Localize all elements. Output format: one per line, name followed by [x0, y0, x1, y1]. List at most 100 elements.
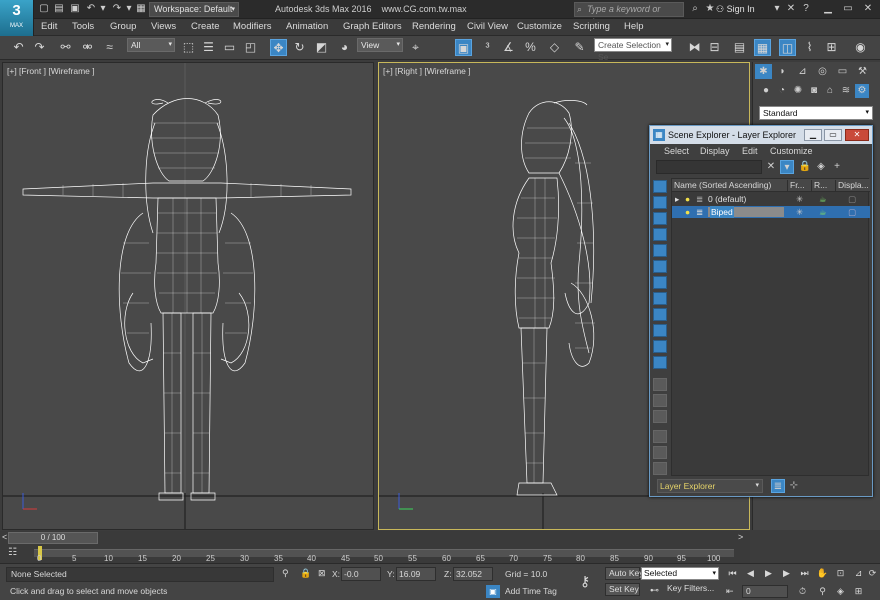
toggle-layer-icon[interactable]: ▤ — [731, 39, 748, 56]
redo-dropdown-icon[interactable]: ▾ — [123, 3, 135, 15]
unlink-icon[interactable]: ⚮ — [79, 39, 96, 56]
prev-frame-icon[interactable]: ◀ — [744, 567, 757, 580]
menu-create[interactable]: Create — [191, 21, 220, 32]
front-viewport[interactable]: [+] [Front ] [Wireframe ] — [2, 62, 374, 530]
menu-help[interactable]: Help — [624, 21, 644, 32]
material-editor-icon[interactable]: ◉ — [852, 39, 869, 56]
auto-key-button[interactable]: Auto Key — [605, 567, 644, 580]
menu-animation[interactable]: Animation — [286, 21, 328, 32]
time-next-icon[interactable]: > — [738, 532, 743, 542]
menu-customize[interactable]: Customize — [517, 21, 562, 32]
se-menu-customize[interactable]: Customize — [770, 146, 813, 156]
find-case-icon[interactable]: ▾ — [780, 160, 794, 174]
select-and-move-icon[interactable]: ✥ — [270, 39, 287, 56]
redo-toolbar-icon[interactable]: ↷ — [31, 39, 48, 56]
menu-rendering[interactable]: Rendering — [412, 21, 456, 32]
time-slider[interactable]: < 0 / 100 > — [0, 531, 750, 545]
cameras-icon[interactable]: ◙ — [807, 84, 821, 98]
field-of-view-icon[interactable]: ⊿ — [852, 567, 865, 580]
search-binoculars-icon[interactable]: ⌕ — [689, 3, 701, 15]
orbit-icon[interactable]: ⟳ — [866, 567, 879, 580]
maximize-button[interactable]: ▭ — [838, 2, 858, 16]
max-viewport-icon[interactable]: ◈ — [834, 585, 847, 598]
modify-tab-icon[interactable]: ◗ — [774, 64, 791, 79]
time-tag-icon[interactable]: ▣ — [486, 585, 500, 598]
se-maximize-button[interactable]: ▭ — [824, 129, 842, 141]
percent-snap-icon[interactable]: % — [522, 39, 539, 56]
filter-icon[interactable] — [653, 430, 667, 443]
curve-editor-icon[interactable]: ⌇ — [801, 39, 818, 56]
isolate-selection-icon[interactable]: ⚲ — [282, 568, 289, 579]
manipulate-icon[interactable]: ▣ — [455, 39, 472, 56]
exchange-icon[interactable]: ✕ — [785, 3, 797, 15]
window-crossing-icon[interactable]: ◰ — [242, 39, 259, 56]
display-spacewarps-icon[interactable] — [653, 260, 667, 273]
y-coord-field[interactable]: 16.09 — [396, 567, 436, 581]
selection-lock-icon[interactable]: 🔒 — [300, 568, 311, 579]
ribbon-toggle-icon[interactable]: ◫ — [779, 39, 796, 56]
expand-arrow-icon[interactable]: ▸ — [675, 193, 679, 205]
menu-views[interactable]: Views — [151, 21, 176, 32]
layer-add-icon[interactable]: ◈ — [814, 160, 828, 174]
schematic-view-icon[interactable]: ⊞ — [823, 39, 840, 56]
key-filters-button[interactable]: Key Filters... — [664, 583, 720, 596]
close-button[interactable]: ✕ — [858, 2, 878, 16]
display-tab-icon[interactable]: ▭ — [834, 64, 851, 79]
pan-icon[interactable]: ✋ — [816, 567, 829, 580]
se-row-biped-layer[interactable]: ● ≣ Biped ✳ ☕ ▢ — [672, 206, 870, 218]
goto-start-icon[interactable]: ⏮ — [726, 567, 739, 580]
bind-space-warp-icon[interactable]: ≈ — [101, 39, 118, 56]
clear-search-icon[interactable]: ✕ — [764, 160, 778, 174]
undo-dropdown-icon[interactable]: ▾ — [97, 3, 109, 15]
menu-civil-view[interactable]: Civil View — [467, 21, 508, 32]
x-coord-field[interactable]: -0.0 — [341, 567, 381, 581]
display-geometry-icon[interactable] — [653, 180, 667, 193]
se-close-button[interactable]: ✕ — [845, 129, 869, 141]
sign-in-button[interactable]: ⚇ Sign In — [716, 4, 755, 15]
open-file-icon[interactable]: ▤ — [53, 3, 65, 15]
display-none-icon[interactable] — [653, 394, 667, 407]
next-frame-icon[interactable]: ▶ — [780, 567, 793, 580]
absolute-mode-icon[interactable]: ⊠ — [318, 568, 326, 579]
zoom-extents-icon[interactable]: ⊡ — [834, 567, 847, 580]
time-config-icon[interactable]: ⏱ — [796, 585, 809, 598]
se-search-input[interactable] — [656, 160, 762, 174]
display-box-icon[interactable]: ▢ — [848, 206, 856, 218]
redo-icon[interactable]: ↷ — [111, 3, 123, 15]
freeze-snowflake-icon[interactable]: ✳ — [796, 206, 803, 218]
se-col-render[interactable]: R... — [812, 180, 836, 191]
walkthrough-icon[interactable]: ⚲ — [816, 585, 829, 598]
link-icon[interactable]: ⚯ — [57, 39, 74, 56]
rectangular-selection-icon[interactable]: ▭ — [221, 39, 238, 56]
display-cameras-icon[interactable] — [653, 228, 667, 241]
display-xrefs-icon[interactable] — [653, 292, 667, 305]
align-icon[interactable]: ⊟ — [706, 39, 723, 56]
sync-selection-icon[interactable] — [653, 462, 667, 475]
render-teapot-icon[interactable]: ☕ — [819, 193, 827, 205]
time-slider-thumb[interactable]: 0 / 100 — [8, 532, 98, 544]
key-mode-toggle-icon[interactable]: ⇤ — [726, 586, 734, 597]
lock-icon[interactable]: 🔒 — [798, 160, 812, 174]
display-hidden-icon[interactable] — [653, 356, 667, 369]
sort-icon[interactable] — [653, 446, 667, 459]
project-folder-icon[interactable]: ▦ — [135, 3, 147, 15]
layer-mode-icon[interactable]: ≣ — [771, 479, 785, 493]
save-file-icon[interactable]: ▣ — [69, 3, 81, 15]
create-tab-icon[interactable]: ✱ — [755, 64, 772, 79]
select-and-rotate-icon[interactable]: ↻ — [291, 39, 308, 56]
signin-dropdown-icon[interactable]: ▾ — [771, 3, 783, 15]
hierarchy-tab-icon[interactable]: ⊿ — [794, 64, 811, 79]
key-mode-dropdown[interactable]: Selected ▾ — [641, 567, 719, 580]
mini-curve-editor-icon[interactable]: ☷ — [8, 547, 26, 561]
display-bones-icon[interactable] — [653, 308, 667, 321]
display-invert-icon[interactable] — [653, 410, 667, 423]
select-by-name-icon[interactable]: ☰ — [200, 39, 217, 56]
object-type-dropdown[interactable]: Standard ▾ — [759, 106, 873, 120]
menu-edit[interactable]: Edit — [41, 21, 57, 32]
time-prev-icon[interactable]: < — [2, 532, 7, 542]
play-icon[interactable]: ▶ — [762, 567, 775, 580]
favorites-icon[interactable]: ★ — [704, 3, 716, 15]
application-button[interactable]: 3 MAX — [0, 0, 34, 36]
scene-explorer-titlebar[interactable]: ▦ Scene Explorer - Layer Explorer ▁ ▭ ✕ — [650, 126, 872, 144]
motion-tab-icon[interactable]: ◎ — [814, 64, 831, 79]
